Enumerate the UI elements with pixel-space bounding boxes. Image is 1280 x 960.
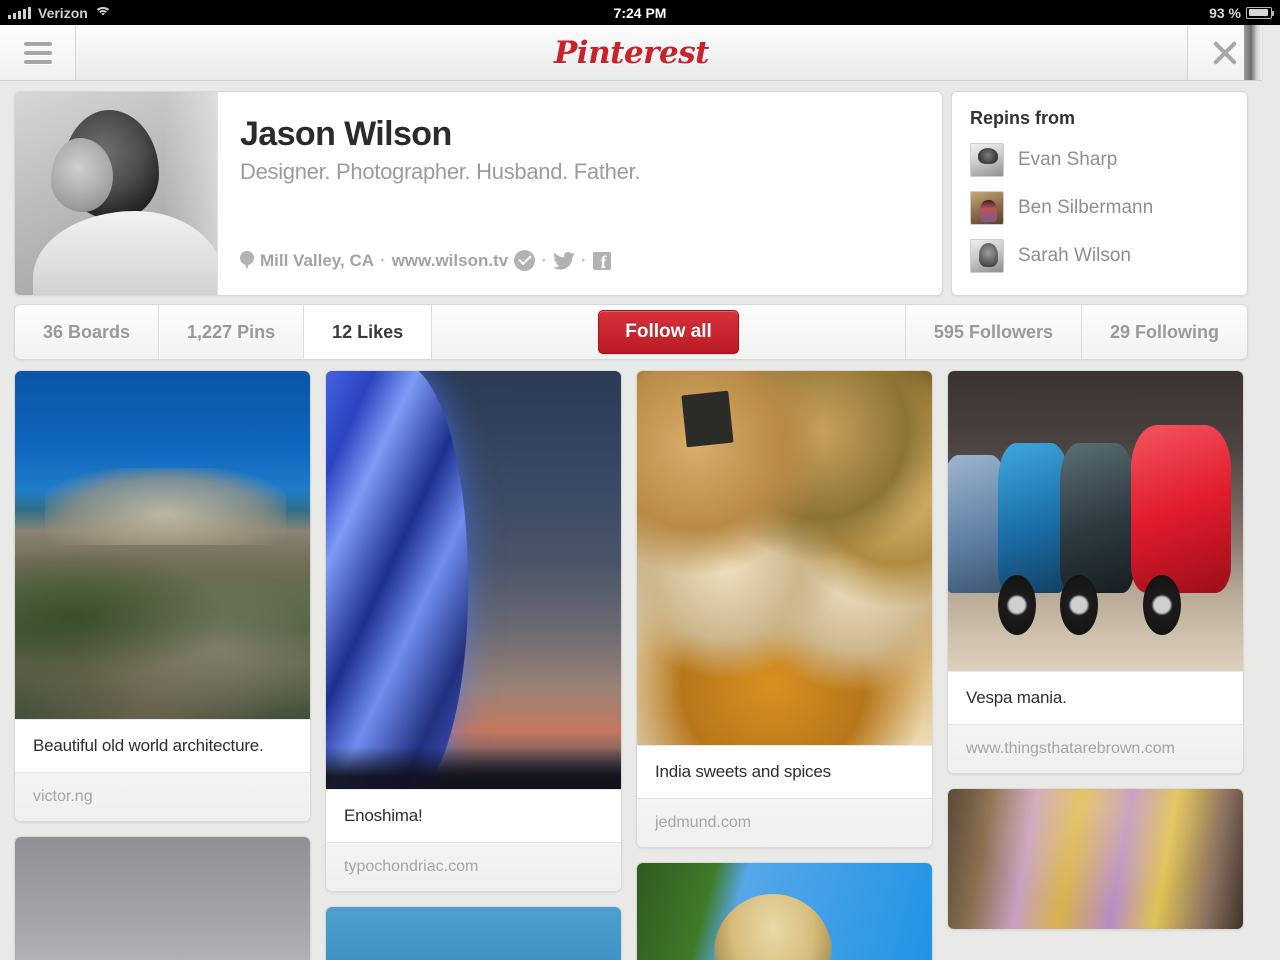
pin-image[interactable] — [948, 371, 1243, 671]
status-left: Verizon — [8, 5, 112, 21]
pin-card[interactable]: Beautiful old world architecture. victor… — [14, 370, 311, 822]
pin-image[interactable] — [637, 863, 932, 960]
tab-pins[interactable]: 1,227 Pins — [159, 305, 305, 359]
follow-all-button[interactable]: Follow all — [598, 310, 739, 354]
pin-source[interactable]: www.thingsthatarebrown.com — [948, 724, 1243, 773]
navbar-center: Pinterest — [76, 25, 1187, 80]
battery-percent-label: 93 % — [1209, 4, 1241, 21]
pin-source[interactable]: victor.ng — [15, 772, 310, 821]
scooter-wheel — [1060, 575, 1099, 635]
repin-person-row[interactable]: Evan Sharp — [970, 143, 1229, 177]
profile-website[interactable]: www.wilson.tv — [392, 251, 509, 271]
followers-count[interactable]: 595 Followers — [904, 305, 1081, 359]
pin-title: India sweets and spices — [637, 745, 932, 798]
pin-card[interactable]: Vespa mania. www.thingsthatarebrown.com — [947, 370, 1244, 774]
cellular-bars-icon — [8, 6, 31, 19]
app-window: Pinterest Jason Wilson Designer. Photogr… — [0, 25, 1280, 960]
scooter-wheel — [1142, 575, 1182, 635]
verified-check-icon — [514, 250, 536, 271]
repin-avatar — [970, 143, 1004, 177]
pin-grid: Beautiful old world architecture. victor… — [14, 370, 1248, 960]
hamburger-menu-icon — [23, 37, 52, 69]
profile-meta: Mill Valley, CA · www.wilson.tv · · — [240, 250, 611, 273]
close-icon — [1211, 39, 1239, 67]
repin-avatar — [970, 239, 1004, 273]
profile-name: Jason Wilson — [240, 115, 452, 153]
pin-title: Beautiful old world architecture. — [15, 719, 310, 772]
profile-info: Jason Wilson Designer. Photographer. Hus… — [218, 92, 942, 295]
avatar-face — [51, 138, 113, 212]
pin-card[interactable] — [636, 862, 933, 960]
profile-bio: Designer. Photographer. Husband. Father. — [240, 159, 641, 185]
carrier-label: Verizon — [38, 4, 88, 21]
pin-title: Enoshima! — [326, 789, 621, 842]
grid-column: Vespa mania. www.thingsthatarebrown.com — [947, 370, 1244, 930]
pin-image[interactable] — [948, 789, 1243, 929]
battery-icon — [1246, 6, 1274, 19]
pin-image[interactable] — [637, 371, 932, 745]
pin-card[interactable]: 12 — [14, 836, 311, 960]
pin-image[interactable] — [326, 371, 621, 789]
grid-column: Beautiful old world architecture. victor… — [14, 370, 311, 960]
map-pin-icon — [240, 251, 254, 270]
repin-person-name[interactable]: Evan Sharp — [1018, 149, 1117, 171]
profile-row: Jason Wilson Designer. Photographer. Hus… — [14, 91, 1248, 296]
following-count[interactable]: 29 Following — [1080, 305, 1247, 359]
pin-image[interactable] — [326, 907, 621, 960]
menu-button[interactable] — [0, 25, 76, 80]
meta-separator-1: · — [380, 250, 386, 270]
pin-title: Vespa mania. — [948, 671, 1243, 724]
twitter-icon[interactable] — [553, 251, 575, 270]
repin-person-row[interactable]: Sarah Wilson — [970, 239, 1229, 273]
pin-image[interactable]: 12 — [15, 837, 310, 960]
profile-stats-bar: 36 Boards 1,227 Pins 12 Likes Follow all… — [14, 304, 1248, 360]
status-clock: 7:24 PM — [613, 4, 667, 21]
pin-card[interactable]: India sweets and spices jedmund.com — [636, 370, 933, 848]
stats-spacer: Follow all — [432, 305, 905, 359]
pin-card[interactable] — [325, 906, 622, 960]
top-navigation-bar: Pinterest — [0, 25, 1262, 81]
scroll-content[interactable]: Jason Wilson Designer. Photographer. Hus… — [0, 81, 1262, 960]
avatar[interactable] — [15, 92, 218, 295]
repins-title: Repins from — [970, 108, 1076, 128]
pin-image[interactable] — [15, 371, 310, 719]
facebook-icon[interactable] — [592, 251, 611, 273]
grid-column: Enoshima! typochondriac.com — [325, 370, 622, 960]
ios-status-bar: Verizon 7:24 PM 93 % — [0, 0, 1280, 25]
pin-card[interactable] — [947, 788, 1244, 930]
repins-card: Repins from Evan Sharp Ben Silbermann Sa… — [951, 91, 1248, 296]
meta-separator-2: · — [541, 250, 547, 270]
repin-person-name[interactable]: Sarah Wilson — [1018, 245, 1131, 267]
wifi-icon — [94, 6, 112, 19]
profile-card: Jason Wilson Designer. Photographer. Hus… — [14, 91, 943, 296]
scooter-wheel — [998, 575, 1037, 635]
page-stack-edge — [1244, 25, 1262, 80]
scooter-teal — [998, 443, 1069, 593]
pin-source[interactable]: typochondriac.com — [326, 842, 621, 891]
repin-avatar — [970, 191, 1004, 225]
scooter-dark — [1060, 443, 1134, 593]
profile-location: Mill Valley, CA — [260, 250, 375, 270]
repin-person-name[interactable]: Ben Silbermann — [1018, 197, 1153, 219]
pinterest-logo[interactable]: Pinterest — [554, 35, 710, 71]
grid-column: India sweets and spices jedmund.com — [636, 370, 933, 960]
status-right: 93 % — [1209, 4, 1274, 21]
tab-likes[interactable]: 12 Likes — [304, 305, 433, 359]
tab-boards[interactable]: 36 Boards — [15, 305, 160, 359]
pin-card[interactable]: Enoshima! typochondriac.com — [325, 370, 622, 892]
repin-person-row[interactable]: Ben Silbermann — [970, 191, 1229, 225]
scooter-red — [1130, 425, 1232, 593]
meta-separator-3: · — [580, 250, 587, 270]
pin-source[interactable]: jedmund.com — [637, 798, 932, 847]
